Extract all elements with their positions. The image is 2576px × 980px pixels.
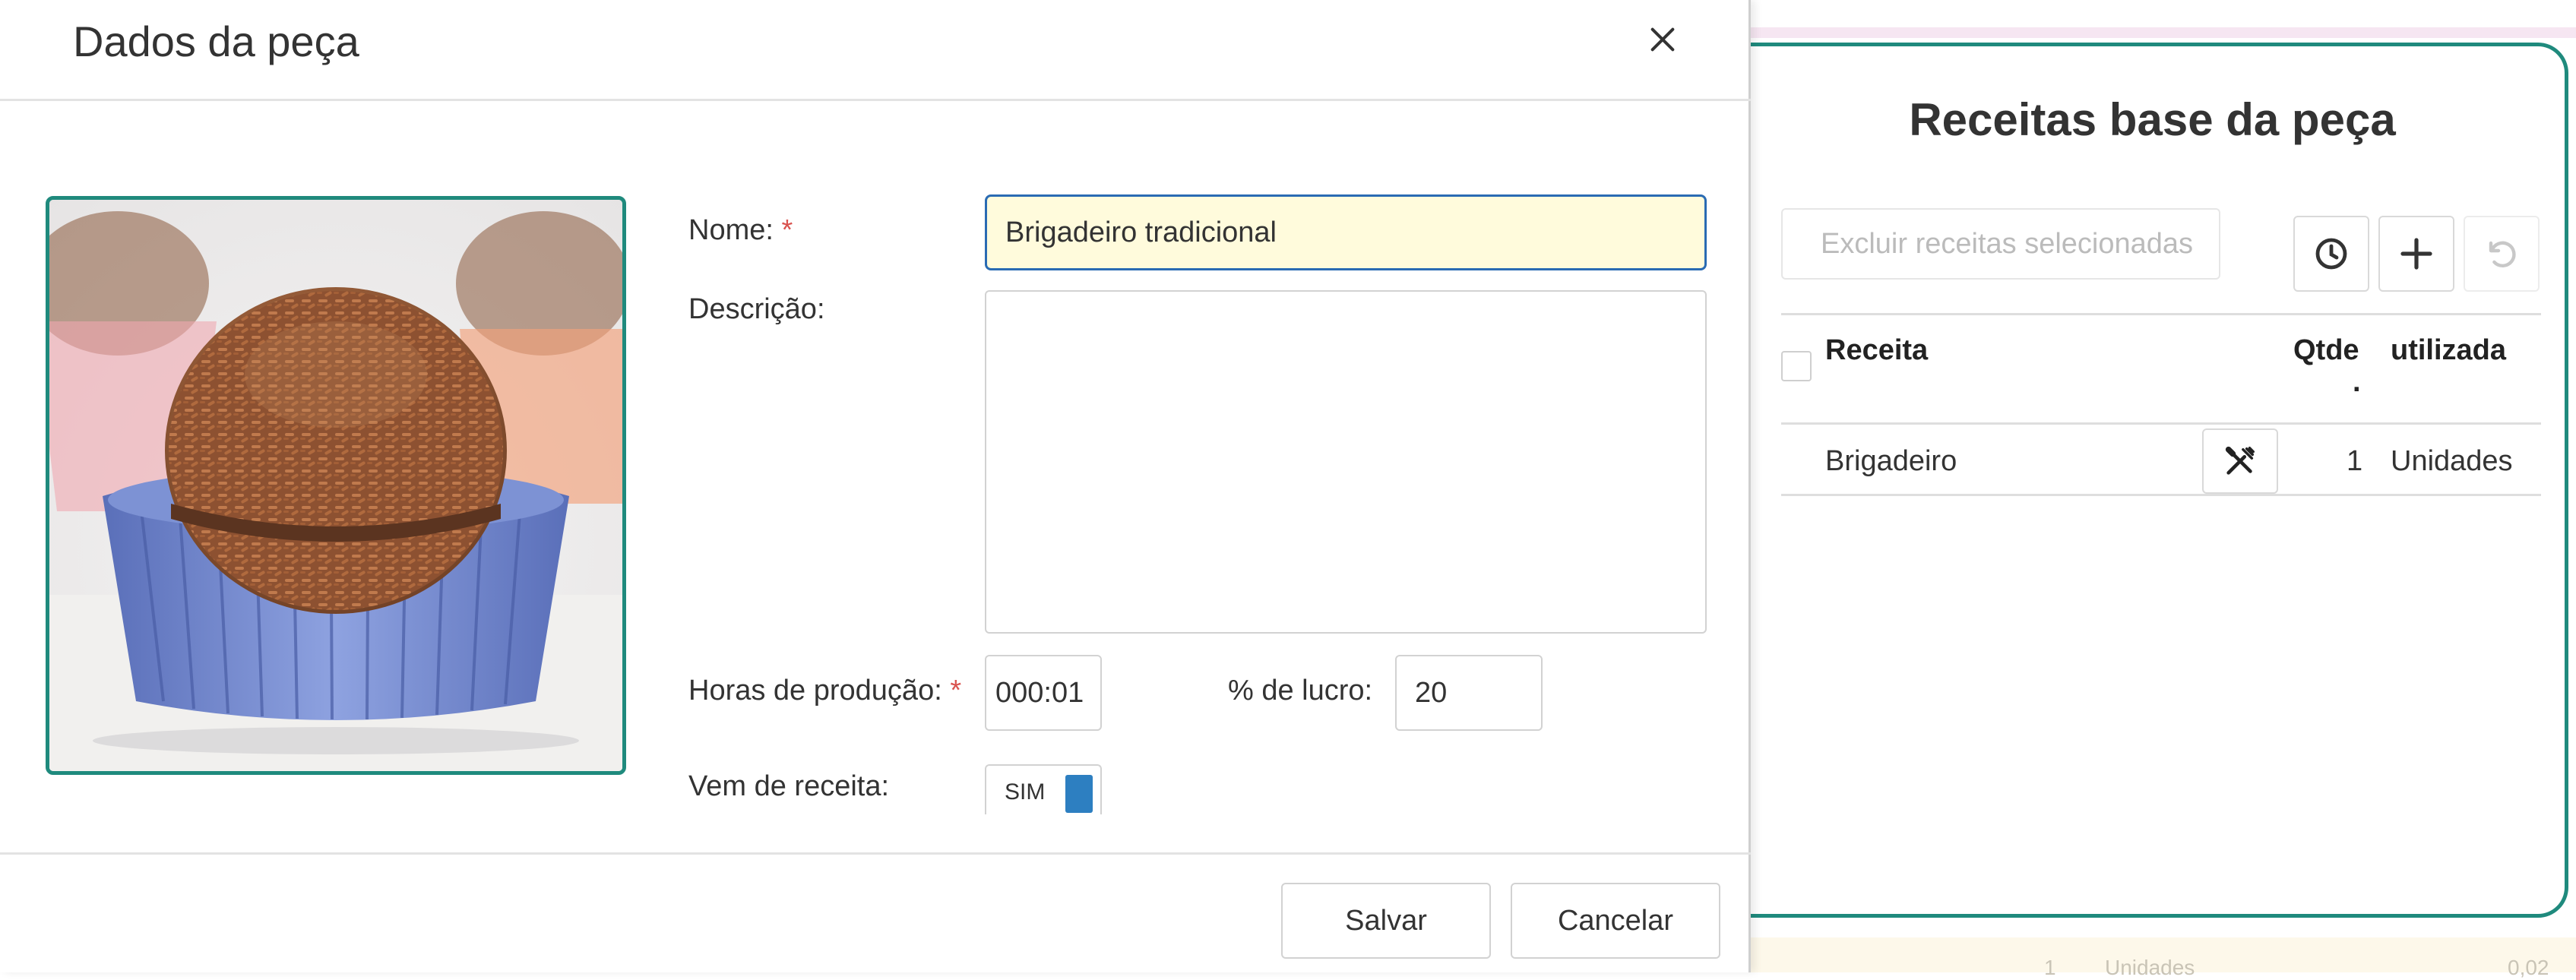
toggle-text: SIM <box>1005 779 1046 805</box>
dialog-header-divider <box>0 99 1751 101</box>
piece-data-dialog: Dados da peça Nome: * Brigadeiro tradici… <box>0 0 1751 972</box>
undo-icon <box>2489 241 2516 267</box>
recipes-panel: Receitas base da peça <box>1740 43 2568 918</box>
lucro-label: % de lucro: <box>1228 675 1373 707</box>
background-unit: Unidades <box>2105 956 2195 979</box>
recipe-name-cell: Brigadeiro <box>1825 445 1957 477</box>
toggle-knob <box>1065 775 1093 813</box>
add-recipe-button[interactable] <box>2378 216 2454 292</box>
select-all-checkbox[interactable] <box>1781 351 1812 381</box>
piece-photo[interactable] <box>46 196 626 775</box>
background-table-row: 1 Unidades 0,02 <box>1740 937 2576 979</box>
background-qty: 1 <box>2044 956 2056 979</box>
background-value: 0,02 <box>2508 956 2549 979</box>
dialog-footer-divider <box>0 852 1751 855</box>
vem-de-receita-toggle[interactable]: SIM <box>985 764 1102 814</box>
undo-button[interactable] <box>2464 216 2540 292</box>
column-header-receita: Receita <box>1825 334 1929 366</box>
table-row-border <box>1781 494 2541 496</box>
delete-selected-recipes-button[interactable]: Excluir receitas selecionadas <box>1781 208 2220 280</box>
plus-icon <box>2400 238 2432 270</box>
table-header-border <box>1781 422 2541 425</box>
clock-icon <box>2315 238 2347 270</box>
background-header-strip <box>1740 27 2576 38</box>
horas-label: Horas de produção: * <box>688 675 961 707</box>
history-button[interactable] <box>2293 216 2369 292</box>
save-button[interactable]: Salvar <box>1281 883 1491 959</box>
column-header-dot: . <box>2353 366 2361 398</box>
dialog-title: Dados da peça <box>73 17 359 65</box>
column-header-qtde: Qtde <box>2293 334 2359 366</box>
close-icon <box>1650 27 1675 52</box>
receita-label: Vem de receita: <box>688 770 890 802</box>
nome-label: Nome: * <box>688 214 793 247</box>
horas-required-mark: * <box>950 675 962 707</box>
kitchen-tools-icon <box>2225 446 2255 475</box>
lucro-input[interactable] <box>1395 655 1543 731</box>
descricao-label: Descrição: <box>688 293 825 325</box>
recipe-qty-cell: 1 <box>2347 445 2363 477</box>
brigadeiro-image <box>49 200 622 771</box>
descricao-textarea[interactable] <box>985 290 1707 634</box>
close-button[interactable] <box>1641 18 1684 61</box>
recipe-tools-button[interactable] <box>2202 428 2278 494</box>
table-top-border <box>1781 313 2541 315</box>
recipes-panel-title: Receitas base da peça <box>1909 94 2396 145</box>
nome-input[interactable] <box>985 194 1707 270</box>
horas-label-text: Horas de produção: <box>688 675 942 707</box>
nome-required-mark: * <box>781 214 793 246</box>
cancel-button[interactable]: Cancelar <box>1511 883 1720 959</box>
recipe-unit-cell: Unidades <box>2391 445 2513 477</box>
horas-input[interactable] <box>985 655 1102 731</box>
nome-label-text: Nome: <box>688 214 774 246</box>
column-header-utilizada: utilizada <box>2391 334 2507 366</box>
